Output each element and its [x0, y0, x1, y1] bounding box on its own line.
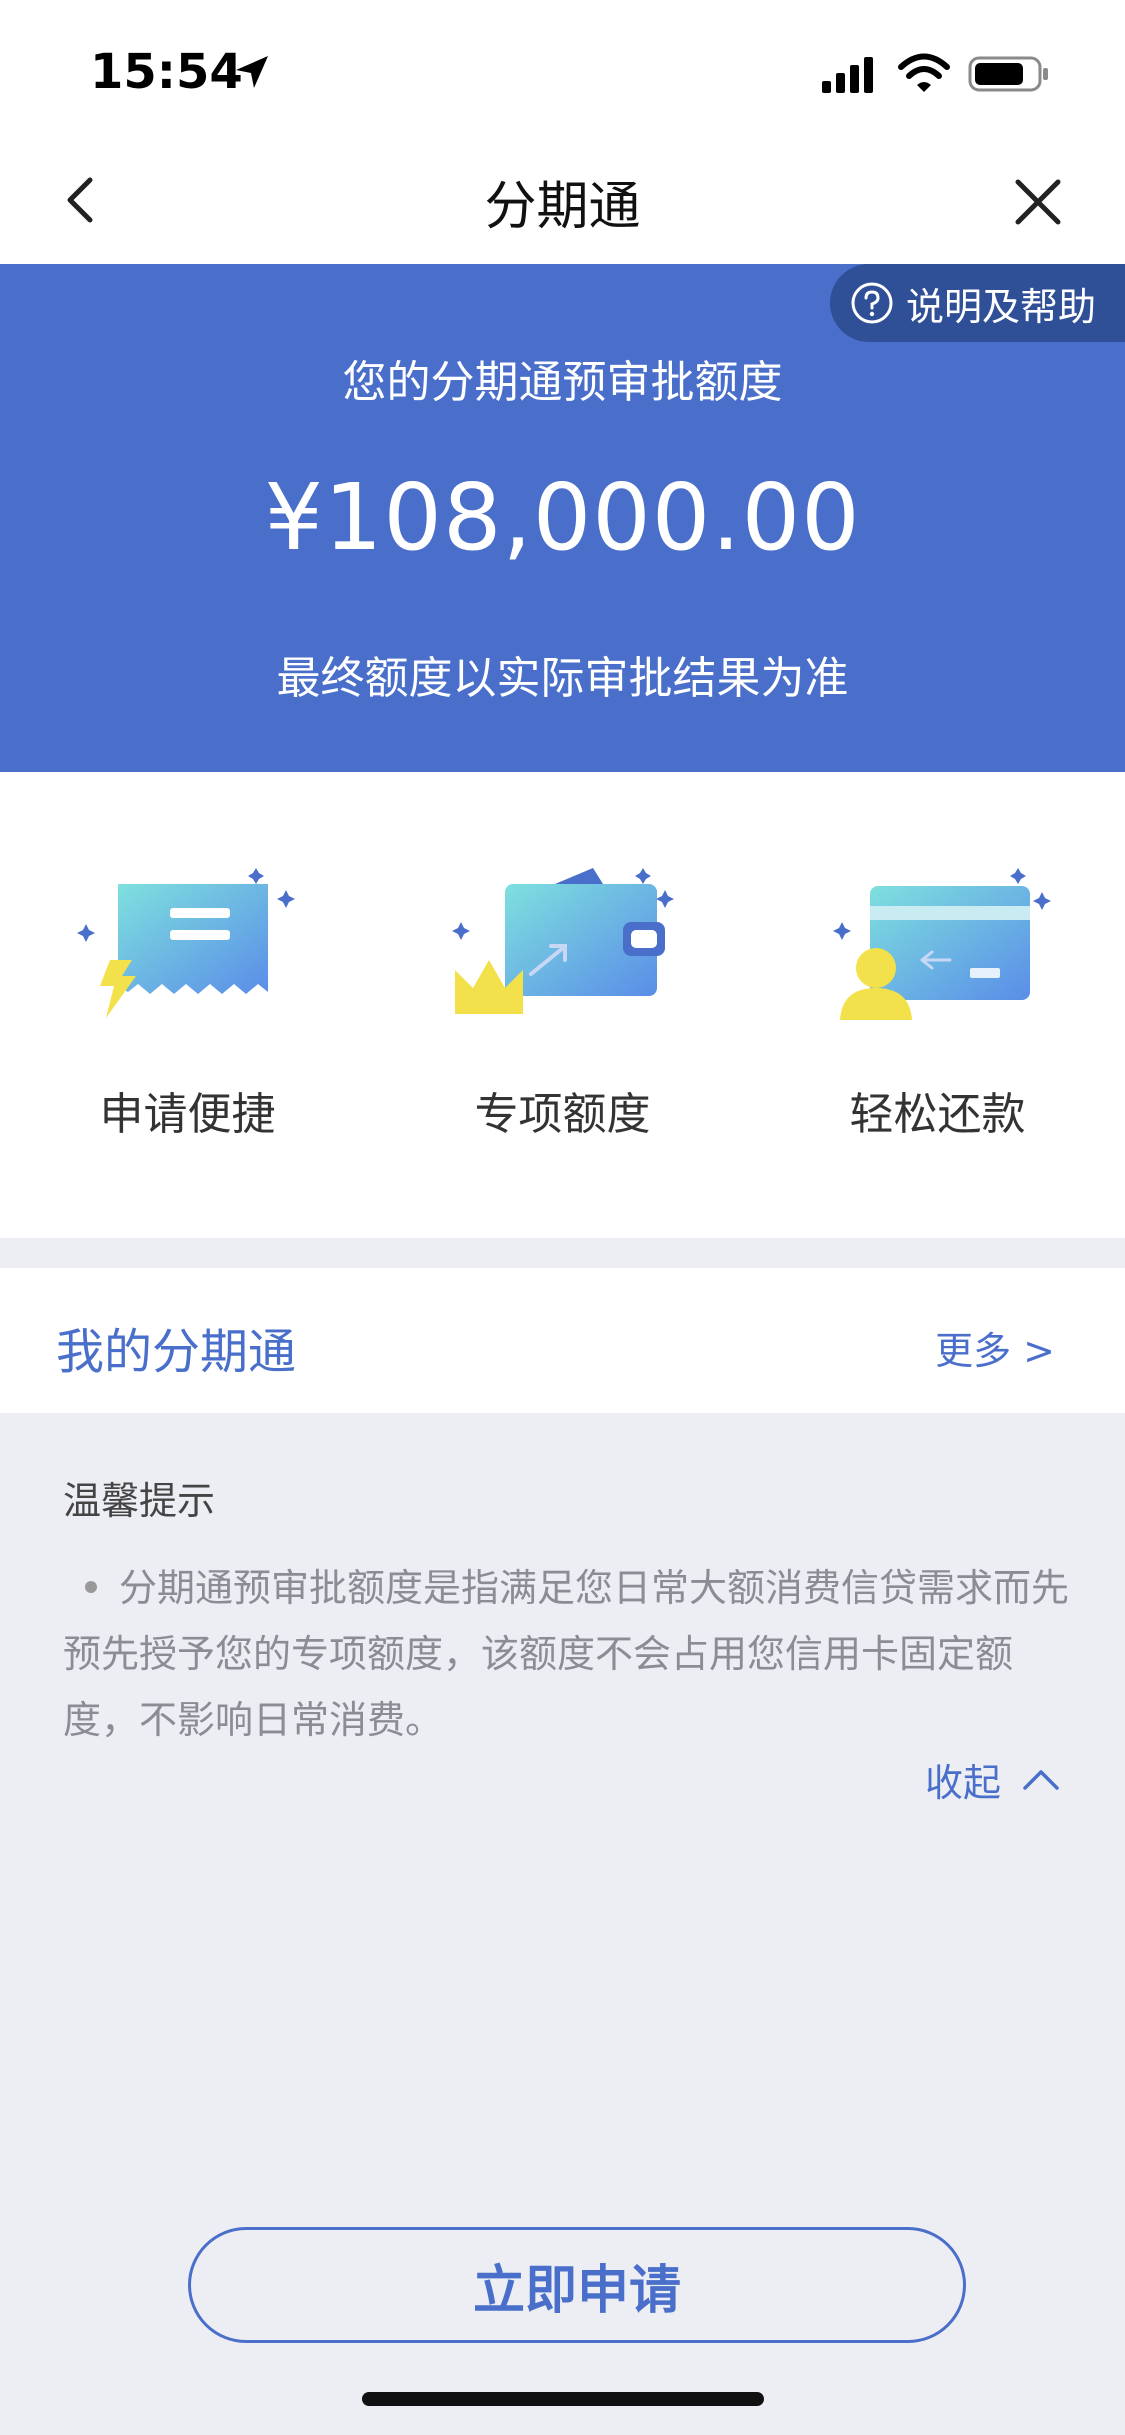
app-screen: 15:54 分期通 说明及帮助 您的分期通预审批额度 ¥108,000.00 最… [0, 0, 1125, 2435]
feature-label: 专项额度 [474, 1089, 651, 1140]
cellular-signal-icon [822, 57, 873, 93]
close-icon[interactable] [1006, 170, 1070, 234]
feature-list: 申请便捷 专项额度 轻松还款 [0, 772, 1125, 1238]
my-installment-row[interactable]: 我的分期通 更多 > [0, 1268, 1125, 1413]
status-time: 15:54 [90, 44, 243, 100]
feature-label: 轻松还款 [849, 1089, 1026, 1140]
wifi-icon [898, 53, 950, 92]
tips-body: 分期通预审批额度是指满足您日常大额消费信贷需求而先预先授予您的专项额度，该额度不… [63, 1555, 1073, 1753]
page-title: 分期通 [484, 177, 641, 237]
apply-now-label: 立即申请 [472, 2260, 681, 2321]
feature-easy-repay: 轻松还款 [750, 772, 1125, 1238]
help-label: 说明及帮助 [906, 284, 1097, 329]
help-button[interactable]: 说明及帮助 [830, 264, 1125, 342]
my-installment-title: 我的分期通 [56, 1324, 297, 1380]
limit-caption: 您的分期通预审批额度 [342, 357, 783, 408]
card-user-icon [833, 868, 1051, 1020]
status-bar: 15:54 [0, 0, 1125, 140]
limit-amount: ¥108,000.00 [264, 464, 861, 571]
credit-limit-banner: 说明及帮助 您的分期通预审批额度 ¥108,000.00 最终额度以实际审批结果… [0, 264, 1125, 772]
feature-easy-apply: 申请便捷 [0, 772, 375, 1238]
collapse-button[interactable]: 收起 [925, 1752, 1063, 1807]
chevron-up-icon [1023, 1769, 1059, 1790]
location-arrow-icon [236, 56, 268, 88]
bullet-dot [85, 1580, 97, 1593]
nav-bar: 分期通 [0, 140, 1125, 264]
limit-note: 最终额度以实际审批结果为准 [276, 653, 849, 704]
apply-now-button[interactable]: 立即申请 [188, 2227, 966, 2343]
tips-text: 分期通预审批额度是指满足您日常大额消费信贷需求而先预先授予您的专项额度，该额度不… [63, 1566, 1070, 1742]
feature-dedicated-limit: 专项额度 [375, 772, 750, 1238]
collapse-label: 收起 [924, 1761, 1001, 1805]
question-circle-icon [851, 282, 893, 324]
wallet-crown-icon [452, 868, 674, 1014]
receipt-lightning-icon [77, 868, 295, 1018]
tips-title: 温馨提示 [63, 1479, 216, 1523]
battery-icon [968, 56, 1048, 92]
feature-label: 申请便捷 [99, 1089, 276, 1140]
more-link[interactable]: 更多 > [935, 1320, 1055, 1375]
home-indicator [362, 2392, 764, 2406]
